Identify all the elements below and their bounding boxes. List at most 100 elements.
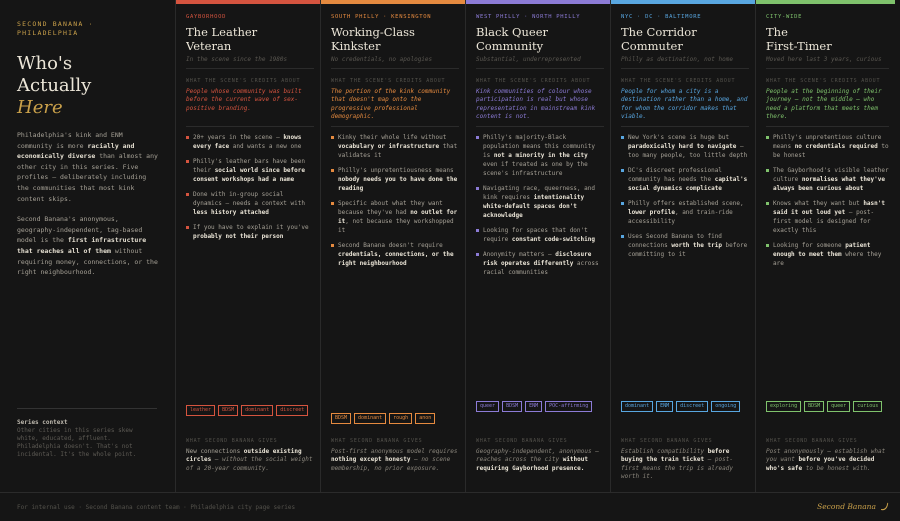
bullet-list: Kinky their whole life without vocabular… (331, 126, 459, 268)
column-gap-text: People whose community was built before … (186, 88, 302, 112)
list-item: Knows what they want but hasn't said it … (766, 199, 889, 235)
list-item: Kinky their whole life without vocabular… (331, 133, 459, 160)
tag-chip[interactable]: dominant (241, 405, 274, 416)
tag-chip[interactable]: discreet (276, 405, 309, 416)
offer-label: WHAT SECOND BANANA GIVES (766, 438, 858, 444)
bullet-dot-icon (621, 169, 624, 172)
tag-list: exploring BDSM queer curious (766, 401, 889, 412)
tag-list: queer BDSM ENM POC-affirming (476, 401, 604, 412)
tag-chip[interactable]: exploring (766, 401, 802, 412)
intro-text: Philadelphia's kink and ENM community is… (17, 130, 161, 278)
tag-chip[interactable]: queer (476, 401, 500, 412)
tag-chip[interactable]: POC-affirming (545, 401, 593, 412)
tag-chip[interactable]: BDSM (502, 401, 523, 412)
tag-list: dominant ENM discreet ongoing (621, 401, 749, 412)
bullet-dot-icon (331, 202, 334, 205)
column-region: NYC · DC · BALTIMORE (621, 14, 702, 20)
bullet-list: New York's scene is huge but paradoxical… (621, 126, 749, 259)
series-context-title: Series context (17, 419, 68, 426)
tag-chip[interactable]: leather (186, 405, 216, 416)
tag-chip[interactable]: queer (827, 401, 851, 412)
column-accent-bar (321, 0, 465, 4)
list-item: Philly offers established scene, lower p… (621, 199, 749, 226)
column-accent-bar (611, 0, 755, 4)
intro-paragraph-1: Philadelphia's kink and ENM community is… (17, 131, 158, 203)
intro-paragraph-2: Second Banana's anonymous, geography-ind… (17, 215, 158, 277)
tag-chip[interactable]: curious (853, 401, 883, 412)
offer-block: WHAT SECOND BANANA GIVES Establish compa… (621, 438, 749, 481)
series-context: Series context Other cities in this seri… (17, 408, 157, 459)
tag-list: leather BDSM dominant discreet (186, 405, 314, 416)
brand-line-2: PHILADELPHIA (17, 29, 79, 37)
column-tagline: Substantial, underrepresented (476, 56, 604, 69)
list-item: Uses Second Banana to find connections w… (621, 232, 749, 259)
page-title-line-3: Here (17, 97, 63, 118)
tag-chip[interactable]: dominant (621, 401, 654, 412)
scene-label: WHAT THE SCENE'S CREDITS ABOUT (766, 78, 881, 84)
bullet-dot-icon (476, 187, 479, 190)
profile-column: WEST PHILLY · NORTH PHILLY Black Queer C… (465, 0, 610, 492)
list-item: Specific about what they want because th… (331, 199, 459, 235)
tag-chip[interactable]: BDSM (804, 401, 825, 412)
tag-chip[interactable]: BDSM (218, 405, 239, 416)
scene-label: WHAT THE SCENE'S CREDITS ABOUT (331, 78, 446, 84)
column-gap-text: Kink communities of colour whose partici… (476, 88, 596, 120)
offer-block: WHAT SECOND BANANA GIVES Geography-indep… (476, 438, 604, 473)
bullet-dot-icon (476, 253, 479, 256)
tag-chip[interactable]: rough (389, 413, 413, 424)
bullet-dot-icon (766, 244, 769, 247)
column-gap-text: People at the beginning of their journey… (766, 88, 882, 120)
tag-list: BDSM dominant rough anon (331, 413, 459, 424)
profiles-page: SECOND BANANA · PHILADELPHIA Who's Actua… (0, 0, 900, 492)
bullet-list: 20+ years in the scene — knows every fac… (186, 126, 314, 241)
column-accent-bar (756, 0, 895, 4)
tag-chip[interactable]: ENM (656, 401, 674, 412)
column-tagline: Moved here last 3 years, curious (766, 56, 889, 69)
list-item: 20+ years in the scene — knows every fac… (186, 133, 314, 151)
column-title: Black Queer Community (476, 25, 548, 53)
bullet-list: Philly's unpretentious culture means no … (766, 126, 889, 268)
list-item: The Gayborhood's visible leather culture… (766, 166, 889, 193)
offer-block: WHAT SECOND BANANA GIVES New connections… (186, 438, 314, 473)
column-title: The Corridor Commuter (621, 25, 697, 53)
profile-column: GAYBORHOOD The Leather Veteran In the sc… (175, 0, 320, 492)
tag-chip[interactable]: anon (415, 413, 436, 424)
tag-chip[interactable]: BDSM (331, 413, 352, 424)
footer: For internal use · Second Banana content… (0, 492, 900, 521)
banana-logo-icon (881, 502, 889, 511)
offer-text: Geography-independent, anonymous — reach… (476, 448, 599, 472)
scene-label: WHAT THE SCENE'S CREDITS ABOUT (476, 78, 591, 84)
column-accent-bar (466, 0, 610, 4)
list-item: Philly's unpretentiousness means nobody … (331, 166, 459, 193)
list-item: Philly's unpretentious culture means no … (766, 133, 889, 160)
footer-note: For internal use · Second Banana content… (17, 504, 296, 511)
list-item: Done with in-group social dynamics — nee… (186, 190, 314, 217)
profile-column: NYC · DC · BALTIMORE The Corridor Commut… (610, 0, 755, 492)
offer-label: WHAT SECOND BANANA GIVES (621, 438, 713, 444)
list-item: DC's discreet professional community has… (621, 166, 749, 193)
tag-chip[interactable]: dominant (354, 413, 387, 424)
bullet-dot-icon (331, 169, 334, 172)
bullet-dot-icon (621, 202, 624, 205)
page-title-line-1: Who's (17, 53, 73, 74)
tag-chip[interactable]: discreet (676, 401, 709, 412)
tag-chip[interactable]: ENM (525, 401, 543, 412)
list-item: If you have to explain it you've probabl… (186, 223, 314, 241)
list-item: Looking for spaces that don't require co… (476, 226, 604, 244)
bullet-dot-icon (766, 169, 769, 172)
page-title-line-2: Actually (17, 75, 92, 96)
footer-brand: Second Banana (817, 502, 876, 511)
brand-label: SECOND BANANA · PHILADELPHIA (17, 20, 161, 38)
list-item: Second Banana doesn't require credential… (331, 241, 459, 268)
profile-column: SOUTH PHILLY · KENSINGTON Working-Class … (320, 0, 465, 492)
bullet-dot-icon (766, 202, 769, 205)
bullet-dot-icon (331, 244, 334, 247)
column-region: SOUTH PHILLY · KENSINGTON (331, 14, 432, 20)
bullet-dot-icon (621, 235, 624, 238)
profile-column: CITY-WIDE The First-Timer Moved here las… (755, 0, 895, 492)
offer-label: WHAT SECOND BANANA GIVES (186, 438, 278, 444)
column-gap-text: People for whom a city is a destination … (621, 88, 748, 120)
tag-chip[interactable]: ongoing (711, 401, 741, 412)
offer-block: WHAT SECOND BANANA GIVES Post-first anon… (331, 438, 459, 473)
offer-label: WHAT SECOND BANANA GIVES (331, 438, 423, 444)
